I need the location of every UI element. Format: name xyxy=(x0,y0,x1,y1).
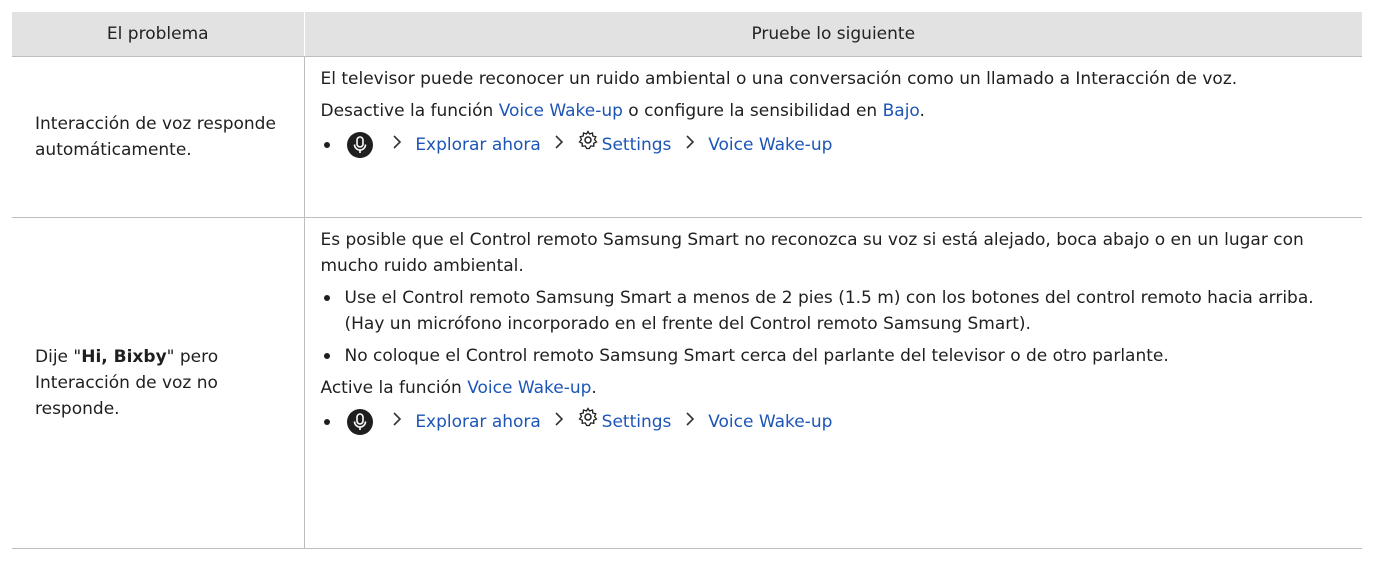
bajo-link[interactable]: Bajo xyxy=(883,101,920,121)
solution-cell: Es posible que el Control remoto Samsung… xyxy=(304,217,1362,549)
table-header-row: El problema Pruebe lo siguiente xyxy=(12,12,1362,57)
bullet-dot xyxy=(323,142,330,148)
path-explorar-ahora[interactable]: Explorar ahora xyxy=(415,412,541,432)
path-explorar-ahora[interactable]: Explorar ahora xyxy=(415,135,541,155)
list-item-text: No coloque el Control remoto Samsung Sma… xyxy=(344,346,1169,366)
path-voice-wakeup[interactable]: Voice Wake-up xyxy=(708,135,832,155)
column-header-problem: El problema xyxy=(12,12,305,57)
solution-instruction: Active la función Voice Wake-up. xyxy=(321,375,1333,401)
chevron-right-icon xyxy=(392,407,402,437)
voice-wakeup-link[interactable]: Voice Wake-up xyxy=(499,101,623,121)
solution-text: Es posible que el Control remoto Samsung… xyxy=(320,230,1304,276)
chevron-right-icon xyxy=(685,407,695,437)
chevron-right-icon xyxy=(554,130,564,160)
solution-list: Use el Control remoto Samsung Smart a me… xyxy=(321,285,1333,369)
path-voice-wakeup[interactable]: Voice Wake-up xyxy=(708,412,832,432)
problem-text: Dije " xyxy=(35,347,82,367)
instruction-text: o configure la sensibilidad en xyxy=(622,101,883,121)
list-item: Use el Control remoto Samsung Smart a me… xyxy=(321,285,1333,337)
path-settings[interactable]: Settings xyxy=(602,412,672,432)
gear-icon xyxy=(578,130,598,160)
column-header-solution: Pruebe lo siguiente xyxy=(304,12,1362,57)
list-item: No coloque el Control remoto Samsung Sma… xyxy=(321,343,1333,369)
bullet-dot xyxy=(323,419,330,425)
list-item-text: Use el Control remoto Samsung Smart a me… xyxy=(344,288,1314,334)
solution-instruction: Desactive la función Voice Wake-up o con… xyxy=(321,98,1333,124)
voice-wakeup-link[interactable]: Voice Wake-up xyxy=(467,378,591,398)
menu-path: Explorar ahora Settings Voice Wake-up xyxy=(321,130,1333,160)
path-settings[interactable]: Settings xyxy=(602,135,672,155)
bullet-dot xyxy=(323,295,330,301)
troubleshooting-table: El problema Pruebe lo siguiente Interacc… xyxy=(12,12,1362,549)
instruction-text: . xyxy=(919,101,925,121)
bullet-dot xyxy=(323,353,330,359)
solution-cell: El televisor puede reconocer un ruido am… xyxy=(304,56,1362,218)
chevron-right-icon xyxy=(685,130,695,160)
problem-cell: Dije "Hi, Bixby" pero Interacción de voz… xyxy=(12,217,305,549)
table-row: Interacción de voz responde automáticame… xyxy=(12,56,1362,218)
solution-text: El televisor puede reconocer un ruido am… xyxy=(320,69,1238,89)
microphone-icon xyxy=(346,132,373,158)
microphone-icon xyxy=(346,409,373,435)
chevron-right-icon xyxy=(392,130,402,160)
gear-icon xyxy=(578,407,598,437)
troubleshooting-page: El problema Pruebe lo siguiente Interacc… xyxy=(0,0,1375,562)
instruction-text: . xyxy=(591,378,597,398)
instruction-text: Desactive la función xyxy=(320,101,499,121)
problem-keyword: Hi, Bixby xyxy=(81,347,167,367)
chevron-right-icon xyxy=(554,407,564,437)
instruction-text: Active la función xyxy=(320,378,468,398)
problem-cell: Interacción de voz responde automáticame… xyxy=(12,56,305,218)
menu-path: Explorar ahora Settings Voice Wake-up xyxy=(321,407,1333,437)
table-row: Dije "Hi, Bixby" pero Interacción de voz… xyxy=(12,217,1362,549)
